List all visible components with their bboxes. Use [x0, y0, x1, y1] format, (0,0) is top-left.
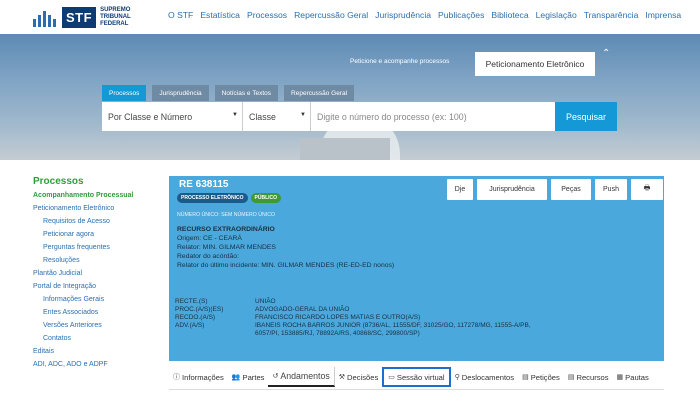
- chevron-down-icon: ▼: [300, 112, 306, 118]
- nav-biblioteca[interactable]: Biblioteca: [491, 10, 528, 20]
- process-relator: Relator: MIN. GILMAR MENDES: [177, 244, 276, 251]
- tab-noticias-e-textos[interactable]: Notícias e Textos: [214, 85, 279, 101]
- search-tabs: Processos Jurisprudência Notícias e Text…: [102, 85, 355, 101]
- process-actions: Dje Jurisprudência Peças Push 🖶: [447, 179, 663, 200]
- search-type-value: Por Classe e Número: [108, 111, 193, 122]
- process-info: RECURSO EXTRAORDINÁRIO Origem: CE - CEAR…: [177, 225, 394, 270]
- process-redator: Redator do acórdão:: [177, 253, 239, 260]
- nav-publicacoes[interactable]: Publicações: [438, 10, 484, 20]
- monitor-icon: ▭: [388, 374, 395, 381]
- sidebar-item-peticionar-agora[interactable]: Peticionar agora: [33, 230, 143, 239]
- class-select[interactable]: Classe ▼: [243, 102, 311, 131]
- pesquisar-button[interactable]: Pesquisar: [555, 102, 617, 131]
- search-form: Por Classe e Número ▼ Classe ▼ Digite o …: [102, 102, 617, 131]
- process-origem: Origem: CE - CEARÁ: [177, 235, 242, 242]
- sidebar-item-portal[interactable]: Portal de Integração: [33, 282, 143, 291]
- tab-sessao-virtual[interactable]: ▭ Sessão virtual: [382, 367, 451, 387]
- sidebar-item-requisitos[interactable]: Requisitos de Acesso: [33, 217, 143, 226]
- document-icon: ▤: [567, 374, 575, 381]
- nav-jurisprudencia[interactable]: Jurisprudência: [375, 10, 431, 20]
- nav-imprensa[interactable]: Imprensa: [645, 10, 681, 20]
- badge-processo-eletronico: PROCESSO ELETRÔNICO: [177, 193, 248, 203]
- sidebar-item-contatos[interactable]: Contatos: [33, 334, 143, 343]
- tab-partes[interactable]: 👥 Partes: [228, 367, 269, 387]
- tab-andamentos[interactable]: ↺ Andamentos: [268, 367, 335, 387]
- numero-unico: NÚMERO ÚNICO: SEM NÚMERO ÚNICO: [177, 212, 275, 218]
- tab-repercussao-geral[interactable]: Repercussão Geral: [284, 85, 355, 101]
- info-icon: ⓘ: [173, 374, 180, 381]
- top-bar: STF SUPREMO TRIBUNAL FEDERAL O STF Estat…: [0, 0, 700, 34]
- history-icon: ↺: [272, 373, 279, 380]
- chevron-up-icon[interactable]: ⌃: [602, 48, 610, 59]
- stf-logo[interactable]: STF SUPREMO TRIBUNAL FEDERAL: [32, 5, 142, 29]
- sidebar-item-acompanhamento[interactable]: Acompanhamento Processual: [33, 191, 143, 200]
- tab-recursos[interactable]: ▤ Recursos: [564, 367, 613, 387]
- process-tabs: ⓘ Informações 👥 Partes ↺ Andamentos ⚒ Decisõ…: [169, 366, 664, 388]
- peticione-label: Peticione e acompanhe processos: [350, 58, 450, 65]
- people-icon: 👥: [231, 374, 241, 381]
- process-number-input[interactable]: Digite o número do processo (ex: 100): [311, 102, 555, 131]
- search-type-select[interactable]: Por Classe e Número ▼: [102, 102, 243, 131]
- pin-icon: ⚲: [454, 374, 460, 381]
- sidebar-item-informacoes[interactable]: Informações Gerais: [33, 295, 143, 304]
- sidebar-title: Processos: [33, 176, 84, 187]
- badge-publico: PÚBLICO: [250, 193, 282, 203]
- logo-text: SUPREMO TRIBUNAL FEDERAL: [100, 6, 131, 27]
- print-icon: 🖶: [643, 185, 651, 192]
- columns-icon: [32, 7, 60, 27]
- tab-peticoes[interactable]: ▤ Petições: [518, 367, 564, 387]
- sidebar-item-versoes[interactable]: Versões Anteriores: [33, 321, 143, 330]
- sidebar-item-resolucoes[interactable]: Resoluções: [33, 256, 143, 265]
- process-card: RE 638115 PROCESSO ELETRÔNICO PÚBLICO NÚ…: [169, 176, 664, 361]
- sidebar-item-adi[interactable]: ADI, ADC, ADO e ADPF: [33, 360, 143, 369]
- process-relator-ultimo: Relator do último incidente: MIN. GILMAR…: [177, 262, 395, 269]
- sidebar-item-plantao[interactable]: Plantão Judicial: [33, 269, 143, 278]
- push-button[interactable]: Push: [595, 179, 627, 200]
- nav-transparencia[interactable]: Transparência: [584, 10, 639, 20]
- nav-estatistica[interactable]: Estatística: [200, 10, 240, 20]
- process-id: RE 638115: [179, 179, 229, 190]
- sidebar-item-perguntas[interactable]: Perguntas frequentes: [33, 243, 143, 252]
- document-icon: ▤: [522, 374, 529, 381]
- divider: [169, 389, 664, 390]
- tab-pautas[interactable]: ▦ Pautas: [613, 367, 653, 387]
- tab-processos[interactable]: Processos: [102, 85, 147, 101]
- sidebar-item-editais[interactable]: Editais: [33, 347, 143, 356]
- print-button[interactable]: 🖶: [631, 179, 663, 200]
- jurisprudencia-button[interactable]: Jurisprudência: [477, 179, 547, 200]
- part-row: RECTE.(S) UNIÃO: [175, 298, 276, 305]
- dje-button[interactable]: Dje: [447, 179, 473, 200]
- logo-mark: STF: [62, 6, 97, 28]
- part-row: ADV.(A/S) IBANEIS ROCHA BARROS JUNIOR (87…: [175, 322, 531, 337]
- hero-banner: Peticione e acompanhe processos Peticion…: [0, 34, 700, 160]
- tab-decisoes[interactable]: ⚒ Decisões: [335, 367, 383, 387]
- main-nav: O STF Estatística Processos Repercussão …: [168, 10, 681, 20]
- peticionamento-eletronico-button[interactable]: Peticionamento Eletrônico: [475, 52, 595, 76]
- building-base-image: [300, 138, 390, 160]
- gavel-icon: ⚒: [338, 374, 346, 381]
- part-row: PROC.(A/S)(ES) ADVOGADO-GERAL DA UNIÃO: [175, 306, 350, 313]
- chevron-down-icon: ▼: [232, 112, 238, 118]
- process-class: RECURSO EXTRAORDINÁRIO: [177, 226, 275, 233]
- calendar-icon: ▦: [616, 374, 624, 381]
- part-row: RECDO.(A/S) FRANCISCO RICARDO LOPES MATIA…: [175, 314, 421, 321]
- process-parts: RECTE.(S) UNIÃO PROC.(A/S)(ES) ADVOGADO-GE…: [175, 298, 555, 338]
- pecas-button[interactable]: Peças: [551, 179, 591, 200]
- process-badges: PROCESSO ELETRÔNICO PÚBLICO: [177, 193, 282, 203]
- nav-repercussao-geral[interactable]: Repercussão Geral: [294, 10, 368, 20]
- tab-jurisprudencia[interactable]: Jurisprudência: [152, 85, 209, 101]
- nav-o-stf[interactable]: O STF: [168, 10, 193, 20]
- tab-informacoes[interactable]: ⓘ Informações: [169, 367, 228, 387]
- nav-processos[interactable]: Processos: [247, 10, 287, 20]
- tab-deslocamentos[interactable]: ⚲ Deslocamentos: [451, 367, 518, 387]
- sidebar: Processos Acompanhamento Processual Peti…: [33, 176, 143, 373]
- nav-legislacao[interactable]: Legislação: [536, 10, 577, 20]
- sidebar-item-peticionamento[interactable]: Peticionamento Eletrônico: [33, 204, 143, 213]
- class-select-value: Classe: [249, 111, 276, 122]
- sidebar-item-entes[interactable]: Entes Associados: [33, 308, 143, 317]
